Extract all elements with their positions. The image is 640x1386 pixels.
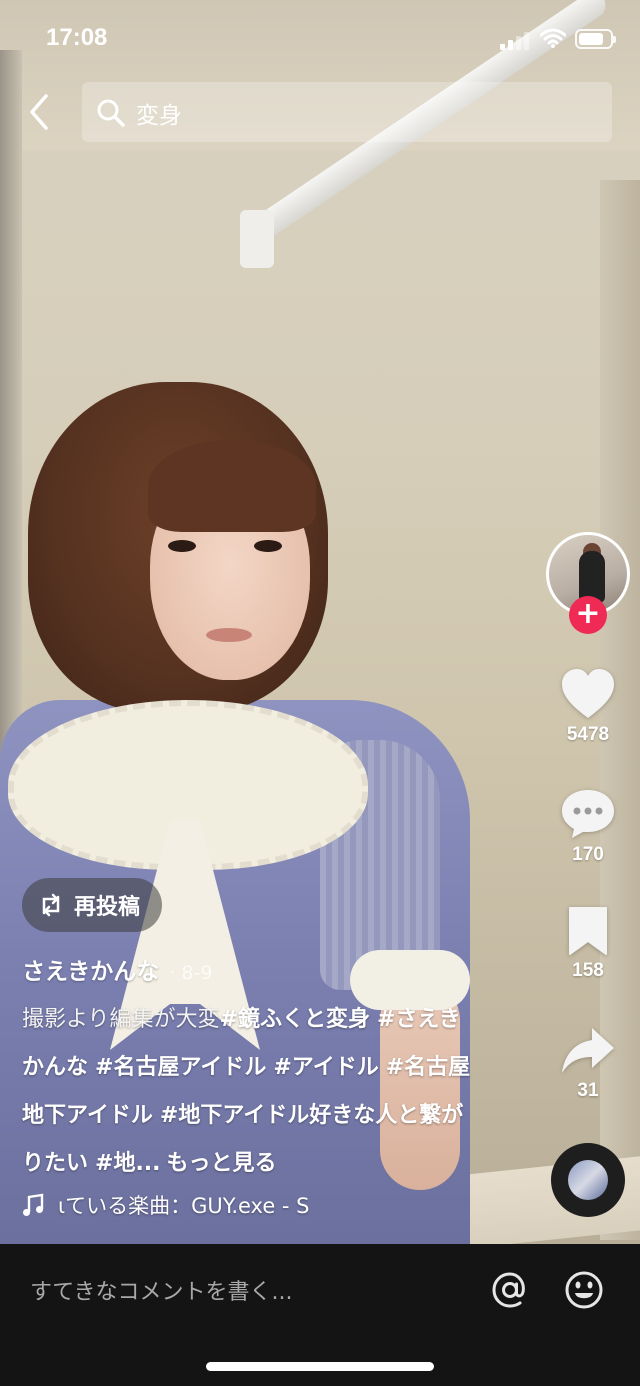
emoji-icon[interactable] <box>564 1270 604 1310</box>
sound-label: ιている楽曲：GUY.exe - S <box>58 1194 310 1218</box>
see-more-link[interactable]: もっと見る <box>167 1151 277 1176</box>
follow-button[interactable]: + <box>569 596 607 634</box>
like-button[interactable]: 5478 <box>548 668 628 746</box>
video-eye-right <box>254 540 282 552</box>
repost-badge[interactable]: 再投稿 <box>22 878 163 932</box>
home-indicator <box>206 1362 434 1371</box>
comment-count: 170 <box>572 844 604 865</box>
music-note-icon <box>23 1193 44 1216</box>
caption-text: 撮影より編集が大変 <box>22 1007 220 1032</box>
at-sign-icon[interactable] <box>490 1270 530 1310</box>
status-bar: 17:08 <box>0 0 640 80</box>
comment-bubble-icon <box>562 790 614 838</box>
status-time: 17:08 <box>46 24 108 51</box>
hashtag[interactable]: #鏡ふくと変身 <box>220 1007 370 1032</box>
share-arrow-icon <box>562 1028 614 1073</box>
author-line: さえきかんな · 8-9 <box>22 952 212 986</box>
save-count: 158 <box>572 960 604 981</box>
share-count: 31 <box>577 1080 599 1101</box>
cellular-signal-icon <box>500 30 532 50</box>
back-chevron-icon[interactable] <box>22 90 62 134</box>
caption: 撮影より編集が大変#鏡ふくと変身 #さえきかんな #名古屋アイドル #アイドル … <box>22 996 482 1188</box>
hashtag[interactable]: #アイドル <box>273 1055 378 1080</box>
search-bar[interactable]: 変身 <box>82 82 612 142</box>
author-name[interactable]: さえきかんな <box>22 952 159 986</box>
heart-icon <box>562 669 614 718</box>
hashtag[interactable]: #地... <box>95 1151 161 1176</box>
post-date: · 8-9 <box>169 962 213 984</box>
comment-input[interactable]: すてきなコメントを書く... <box>30 1274 293 1306</box>
video-rod-bracket <box>240 210 274 268</box>
save-button[interactable]: 158 <box>548 906 628 982</box>
comment-button[interactable]: 170 <box>548 788 628 866</box>
repost-icon <box>42 893 60 917</box>
hashtag[interactable]: #名古屋アイドル <box>95 1055 266 1080</box>
bookmark-icon <box>569 907 607 955</box>
repost-label: 再投稿 <box>74 895 141 920</box>
comment-bar: すてきなコメントを書く... <box>0 1244 640 1386</box>
battery-icon <box>575 29 616 49</box>
music-disc[interactable] <box>551 1143 625 1217</box>
video-lips <box>206 628 252 642</box>
sound-info[interactable]: ιている楽曲：GUY.exe - S <box>22 1190 310 1220</box>
search-icon <box>97 99 125 127</box>
video-eye-left <box>168 540 196 552</box>
search-query[interactable]: 変身 <box>136 96 182 130</box>
wifi-icon <box>540 28 566 48</box>
share-button[interactable]: 31 <box>548 1026 628 1102</box>
like-count: 5478 <box>566 724 610 745</box>
video-bangs <box>148 440 316 532</box>
